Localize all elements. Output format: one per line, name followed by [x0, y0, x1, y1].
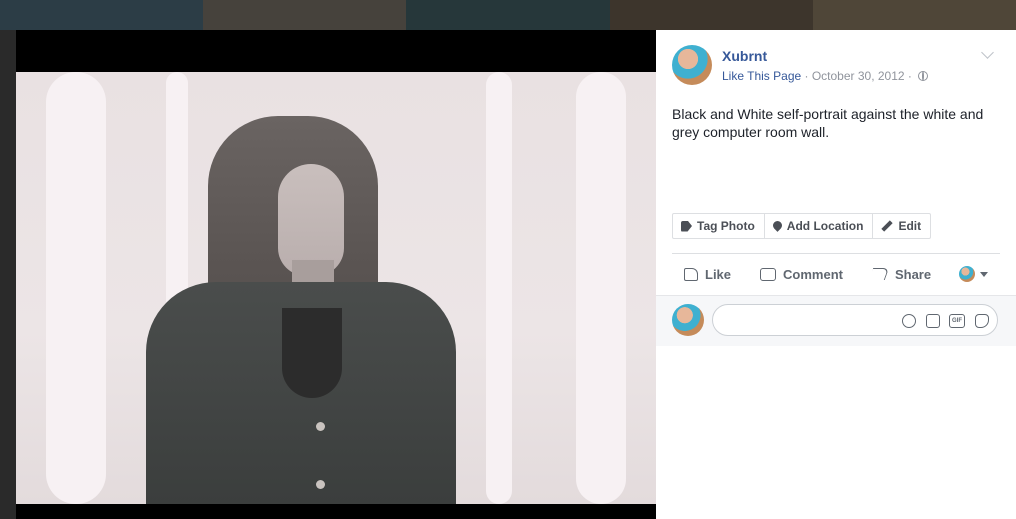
- post-meta: Like This Page · October 30, 2012 ·: [722, 69, 929, 83]
- thumbs-up-icon: [684, 267, 698, 281]
- share-icon: [868, 268, 890, 280]
- emoji-icon[interactable]: [902, 314, 916, 328]
- globe-icon[interactable]: [918, 71, 929, 81]
- post-caption: Black and White self-portrait against th…: [672, 106, 984, 140]
- post-date[interactable]: October 30, 2012: [812, 69, 905, 83]
- share-button[interactable]: Share: [868, 267, 931, 282]
- tag-photo-button[interactable]: Tag Photo: [673, 214, 765, 238]
- photo-toolbar: Tag Photo Add Location Edit: [672, 213, 932, 239]
- sticker-icon[interactable]: [975, 314, 989, 328]
- commenter-avatar: [672, 304, 704, 336]
- pencil-icon: [881, 220, 894, 232]
- page-avatar[interactable]: [672, 45, 712, 85]
- photo-viewer[interactable]: [16, 30, 656, 519]
- chevron-down-icon[interactable]: [981, 46, 994, 59]
- post-as-selector[interactable]: [959, 266, 989, 282]
- avatar: [959, 266, 976, 282]
- background-dim: [0, 30, 16, 519]
- comment-icon: [760, 267, 777, 281]
- caret-down-icon: [980, 271, 989, 277]
- comment-input[interactable]: GIF: [712, 304, 998, 336]
- post-actions: Like Comment Share: [672, 260, 1002, 288]
- post-panel: Xubrnt Like This Page · October 30, 2012…: [656, 30, 1016, 519]
- edit-button[interactable]: Edit: [873, 214, 930, 238]
- comment-composer: GIF: [656, 295, 1016, 346]
- camera-icon[interactable]: [926, 314, 940, 328]
- like-button[interactable]: Like: [684, 267, 731, 282]
- photo: [16, 72, 656, 504]
- page-name-link[interactable]: Xubrnt: [722, 48, 767, 64]
- add-location-button[interactable]: Add Location: [765, 214, 874, 238]
- like-page-link[interactable]: Like This Page: [722, 69, 801, 83]
- divider: [672, 253, 1000, 254]
- location-pin-icon: [770, 218, 784, 232]
- comment-button[interactable]: Comment: [760, 267, 843, 282]
- background-thumbnails: [0, 0, 1016, 30]
- tag-icon: [681, 220, 692, 232]
- gif-icon[interactable]: GIF: [949, 314, 965, 328]
